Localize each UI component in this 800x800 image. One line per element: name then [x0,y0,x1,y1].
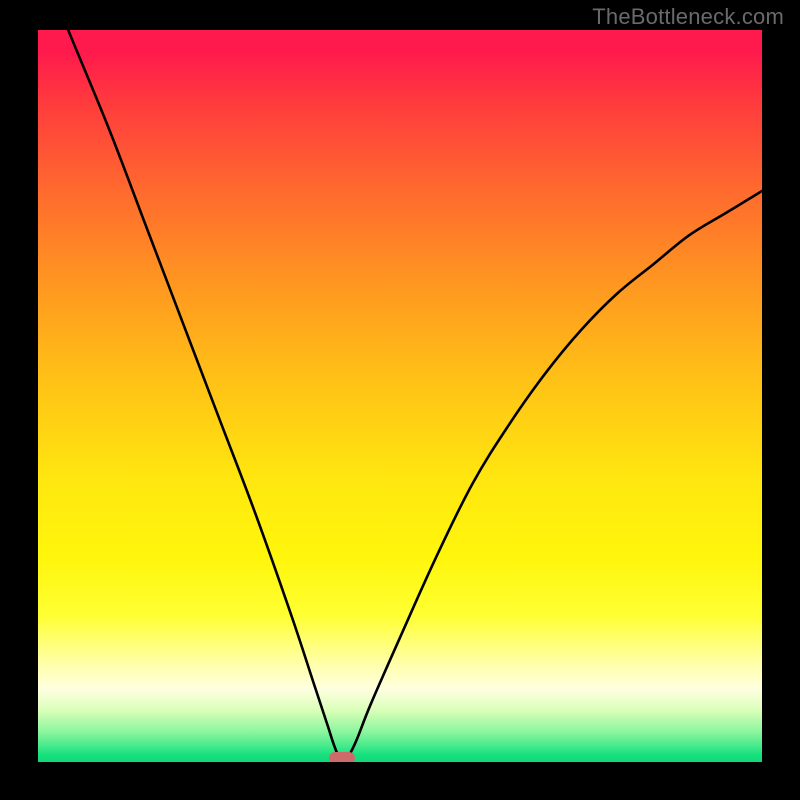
plot-area [38,30,762,762]
optimum-marker [329,752,355,762]
watermark-text: TheBottleneck.com [592,4,784,30]
bottleneck-curve [38,30,762,762]
chart-frame: TheBottleneck.com [0,0,800,800]
